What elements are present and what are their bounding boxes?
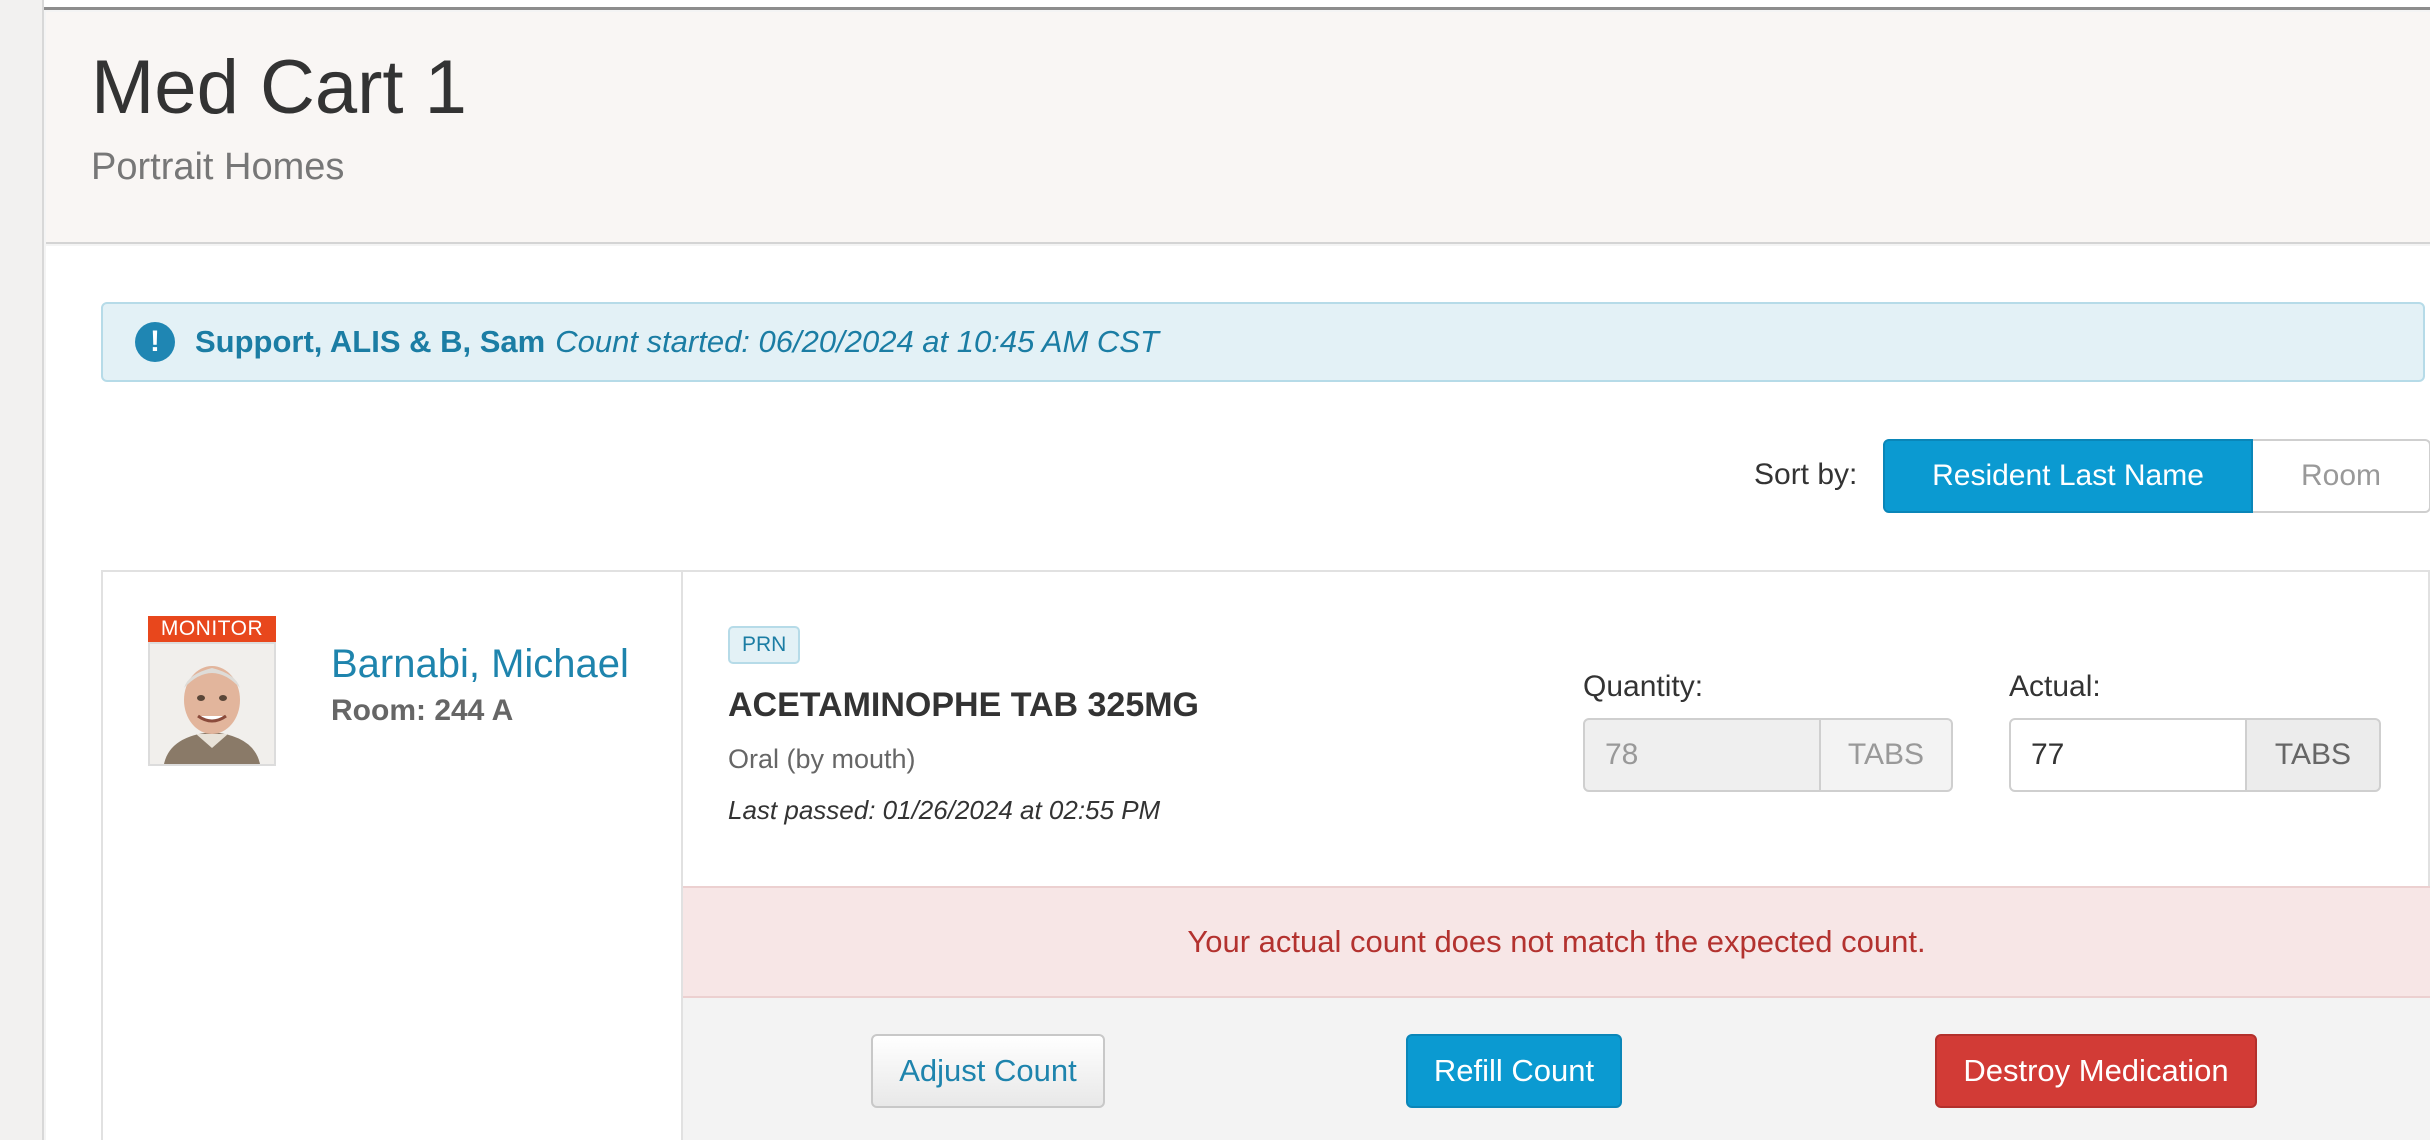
sort-resident-last-name-button[interactable]: Resident Last Name — [1883, 439, 2253, 513]
sort-room-button[interactable]: Room — [2253, 439, 2430, 513]
action-bar: Adjust Count Refill Count Destroy Medica… — [683, 998, 2430, 1140]
prn-badge: PRN — [728, 626, 801, 664]
top-rule — [0, 0, 2430, 10]
medication-panel: PRN ACETAMINOPHE TAB 325MG Oral (by mout… — [683, 572, 2430, 1140]
page-subtitle: Portrait Homes — [91, 146, 345, 188]
page-title: Med Cart 1 — [91, 45, 467, 130]
actual-label: Actual: — [2009, 670, 2101, 703]
exclamation-icon: ! — [135, 322, 175, 362]
actual-unit: TABS — [2247, 718, 2381, 792]
actual-input-group: TABS — [2009, 718, 2381, 792]
main-content: ! Support, ALIS & B, Sam Count started: … — [46, 246, 2430, 1140]
medication-count-card: MONITOR Barnabi, Michael Room: 244 A PRN… — [101, 570, 2430, 1140]
quantity-unit: TABS — [1821, 718, 1953, 792]
resident-avatar — [148, 642, 276, 766]
quantity-label: Quantity: — [1583, 670, 1704, 703]
count-mismatch-warning: Your actual count does not match the exp… — [683, 886, 2430, 998]
count-info-alert: ! Support, ALIS & B, Sam Count started: … — [101, 302, 2425, 382]
quantity-input-group: TABS — [1583, 718, 1953, 792]
quantity-field — [1583, 718, 1821, 792]
medication-route: Oral (by mouth) — [728, 744, 916, 774]
alert-user-name: Support, ALIS & B, Sam — [195, 324, 546, 359]
destroy-medication-button[interactable]: Destroy Medication — [1935, 1034, 2257, 1108]
resident-name-link[interactable]: Barnabi, Michael — [331, 642, 629, 687]
actual-count-field[interactable] — [2009, 718, 2247, 792]
left-gutter — [0, 0, 44, 1140]
alert-count-started: Count started: 06/20/2024 at 10:45 AM CS… — [555, 324, 1159, 359]
medication-name: ACETAMINOPHE TAB 325MG — [728, 686, 1200, 724]
adjust-count-button[interactable]: Adjust Count — [871, 1034, 1105, 1108]
resident-room: Room: 244 A — [331, 694, 514, 727]
resident-panel: MONITOR Barnabi, Michael Room: 244 A — [103, 572, 683, 1140]
monitor-badge: MONITOR — [148, 616, 276, 642]
sort-label: Sort by: — [1754, 458, 1858, 491]
refill-count-button[interactable]: Refill Count — [1406, 1034, 1622, 1108]
resident-photo-icon — [150, 644, 274, 764]
page-header: Med Cart 1 Portrait Homes — [46, 12, 2430, 244]
medication-last-passed: Last passed: 01/26/2024 at 02:55 PM — [728, 795, 1161, 825]
sort-toggle-group: Resident Last Name Room — [1883, 439, 2430, 513]
